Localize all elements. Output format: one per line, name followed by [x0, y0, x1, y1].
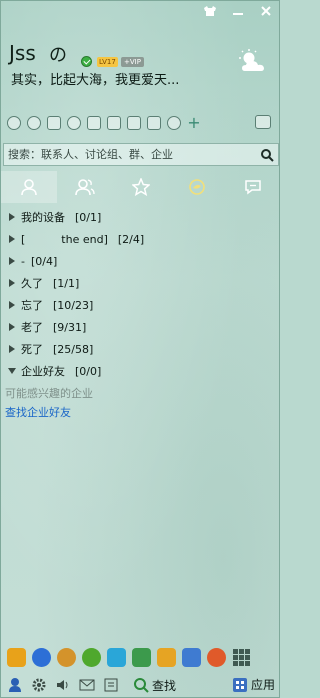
group-row[interactable]: 忘了 [10/23] [1, 294, 279, 316]
group-row[interactable]: 我的设备 [0/1] [1, 206, 279, 228]
browser-app-icon[interactable] [207, 647, 226, 667]
tab-contacts[interactable] [1, 171, 57, 203]
window-controls [201, 3, 275, 19]
mail-icon[interactable] [47, 116, 61, 130]
find-label: 查找 [152, 678, 177, 693]
shop-icon[interactable] [107, 116, 121, 130]
group-row[interactable]: 死了 [25/58] [1, 338, 279, 360]
enterprise-hint: 可能感兴趣的企业 [5, 387, 93, 400]
group-name: - [21, 254, 25, 268]
app-manager-button[interactable]: 应用 [232, 676, 275, 693]
group-icon [75, 179, 95, 196]
skin-icon[interactable] [201, 3, 219, 19]
expand-arrow-icon[interactable] [7, 256, 17, 266]
group-name: 忘了 [21, 299, 43, 312]
qq-main-panel: Jss の LV17 +VIP 其实，比起大海，我更爱天... + 搜索：联系人… [0, 0, 280, 698]
expand-arrow-icon[interactable] [7, 300, 17, 310]
find-search-icon [134, 678, 149, 693]
add-app-icon[interactable]: + [187, 115, 201, 131]
group-name: 死了 [21, 343, 43, 356]
group-name: 企业好友 [21, 365, 65, 378]
nickname-symbol: の [49, 45, 67, 66]
qzone-icon [189, 179, 205, 195]
mail-folder-icon[interactable] [79, 677, 95, 693]
search-input[interactable] [4, 148, 256, 161]
tab-favorites[interactable] [113, 171, 169, 203]
group-name: 久了 [21, 277, 43, 290]
tab-groups[interactable] [57, 171, 113, 203]
group-count: [1/1] [53, 276, 80, 290]
group-row[interactable]: 企业好友 [0/0] [1, 360, 279, 382]
group-row[interactable]: 久了 [1/1] [1, 272, 279, 294]
expand-arrow-icon[interactable] [7, 344, 17, 354]
qzone-toolbar-icon[interactable] [27, 116, 41, 130]
tab-qzone[interactable] [169, 171, 225, 203]
pet-app-icon[interactable] [57, 647, 76, 667]
close-icon[interactable] [257, 3, 275, 19]
shield-app-icon[interactable] [157, 647, 176, 667]
vip-badge[interactable]: +VIP [121, 57, 144, 67]
contact-tabs [1, 171, 279, 203]
group-name: [ [21, 232, 26, 246]
bottom-tool-bar: 查找 应用 [1, 673, 279, 697]
find-enterprise-friends-link[interactable]: 查找企业好友 [5, 404, 71, 420]
security-app-icon[interactable] [82, 647, 101, 667]
penguin-app-icon[interactable] [32, 647, 51, 667]
contact-group-tree: 我的设备 [0/1] [ the end] [2/4] - [0/4] 久了 [… [1, 206, 279, 382]
expand-arrow-icon[interactable] [7, 278, 17, 288]
file-transfer-icon[interactable] [103, 677, 119, 693]
favorites-icon[interactable] [7, 116, 21, 130]
nickname[interactable]: Jss [9, 41, 36, 65]
weibo-icon[interactable] [87, 116, 101, 130]
tab-recent[interactable] [225, 171, 279, 203]
collapse-arrow-icon[interactable] [7, 366, 17, 376]
message-box-icon[interactable] [255, 115, 271, 129]
wallet-icon[interactable] [67, 116, 81, 130]
signature[interactable]: 其实，比起大海，我更爱天... [11, 69, 236, 88]
settings-gear-icon[interactable] [31, 677, 47, 693]
group-name: 我的设备 [21, 211, 65, 224]
music-icon[interactable] [167, 116, 181, 130]
search-bar [3, 143, 279, 166]
app-grid-icon[interactable] [232, 648, 251, 667]
group-count: [0/0] [75, 364, 102, 378]
volume-icon[interactable] [55, 677, 71, 693]
main-menu-icon[interactable] [7, 677, 23, 693]
online-status-icon[interactable] [81, 56, 92, 67]
group-name: 老了 [21, 321, 43, 334]
document-app-icon[interactable] [182, 647, 201, 667]
group-count: [0/1] [75, 210, 102, 224]
group-row[interactable]: 老了 [9/31] [1, 316, 279, 338]
weather-icon[interactable] [237, 49, 269, 75]
group-count: [9/31] [53, 320, 87, 334]
group-count: [2/4] [117, 232, 145, 246]
expand-arrow-icon[interactable] [7, 234, 17, 244]
group-row[interactable]: [ the end] [2/4] [1, 228, 279, 250]
search-icon[interactable] [256, 145, 278, 165]
level-badge[interactable]: LV17 [97, 57, 118, 67]
bag-icon[interactable] [127, 116, 141, 130]
video-app-icon[interactable] [107, 647, 126, 667]
apps-label: 应用 [250, 678, 275, 692]
game-app-icon[interactable] [132, 647, 151, 667]
group-row[interactable]: - [0/4] [1, 250, 279, 272]
star-icon [132, 178, 150, 196]
group-count: [10/23] [53, 298, 94, 312]
recent-chat-icon [245, 180, 261, 195]
bottom-app-bar [3, 645, 279, 669]
notes-icon[interactable] [147, 116, 161, 130]
checkmark-app-icon[interactable] [7, 647, 26, 667]
minimize-icon[interactable] [229, 3, 247, 19]
find-button[interactable]: 查找 [133, 677, 176, 694]
group-count: [0/4] [30, 254, 58, 268]
group-name-suffix: the end] [61, 232, 108, 246]
app-toolbar: + [7, 115, 201, 131]
contacts-icon [21, 179, 37, 196]
expand-arrow-icon[interactable] [7, 322, 17, 332]
expand-arrow-icon[interactable] [7, 212, 17, 222]
app-manager-icon [232, 677, 247, 692]
group-count: [25/58] [53, 342, 94, 356]
